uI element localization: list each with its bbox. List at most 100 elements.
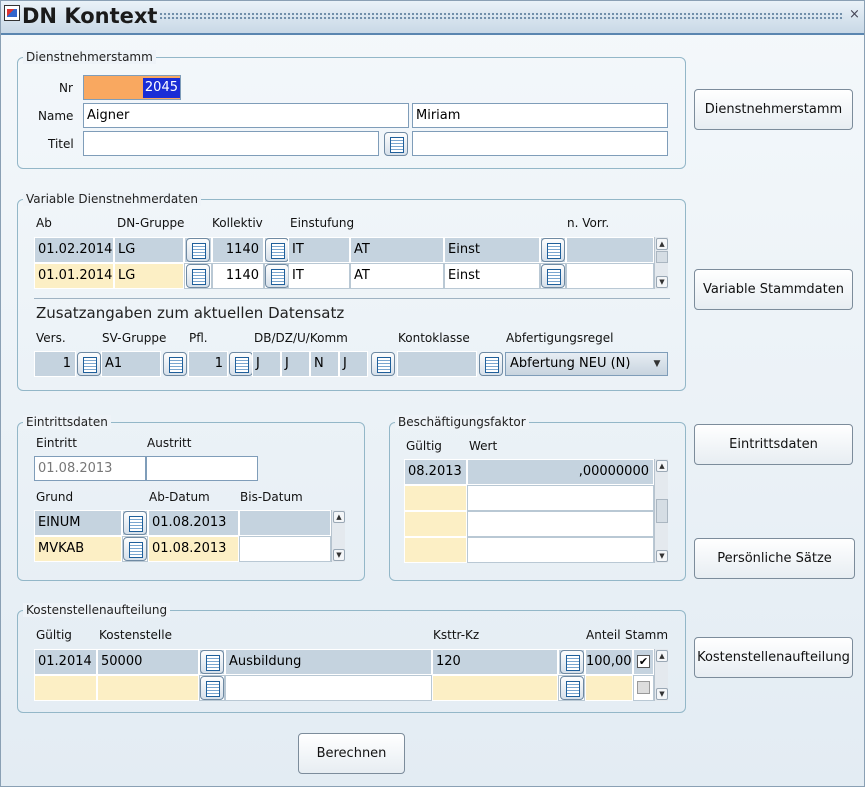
dn-gruppe-lov-icon[interactable] [186,238,210,262]
var-row1-kollektiv[interactable]: 1140 [212,237,264,263]
austritt-field[interactable] [146,456,258,481]
kst-row1-ksttr-kz[interactable]: 120 [432,649,558,675]
kst-row1-bezeichnung[interactable]: Ausbildung [225,649,432,675]
kostenstelle-lov-icon[interactable] [200,650,224,674]
kst-row2-bezeichnung[interactable] [225,675,432,701]
stamm-checkbox[interactable]: ✔ [637,655,650,668]
kst-row1-gueltig[interactable]: 01.2014 [34,649,97,675]
var-scrollbar[interactable]: ▲ ▼ [654,237,668,289]
besch-row4-gueltig[interactable] [404,537,467,563]
grund-lov-icon[interactable] [123,537,147,561]
col-ksttr-kz: Ksttr-Kz [433,628,480,642]
var-row2-kollektiv[interactable]: 1140 [212,263,264,289]
titel-input[interactable] [83,131,379,156]
db-field[interactable]: J [252,351,281,377]
scroll-up-icon[interactable]: ▲ [656,460,668,472]
name-label: Name [38,109,74,123]
scroll-thumb[interactable] [656,251,668,263]
scroll-thumb[interactable] [656,499,668,523]
var-row2-einst1[interactable]: IT [288,263,350,289]
u-field[interactable]: N [310,351,339,377]
scroll-down-icon[interactable]: ▼ [656,550,668,562]
kontoklasse-field[interactable] [397,351,477,377]
kst-row1-kostenstelle[interactable]: 50000 [97,649,199,675]
austritt-label: Austritt [147,436,192,450]
kollektiv-lov-icon[interactable] [265,238,289,262]
scroll-down-icon[interactable]: ▼ [656,688,668,700]
sv-gruppe-field[interactable]: A1 [101,351,161,377]
eintritt-row2-bis[interactable] [239,536,331,562]
first-name-input[interactable]: Miriam [412,103,668,128]
vers-field[interactable]: 1 [34,351,76,377]
kontoklasse-lov-icon[interactable] [479,352,503,376]
kst-row2-ksttr-kz[interactable] [432,675,558,701]
besch-row1-wert[interactable]: ,00000000 [467,459,654,485]
kst-row2-kostenstelle[interactable] [97,675,199,701]
var-row2-ab[interactable]: 01.01.2014 [34,263,114,289]
eintritt-row1-ab[interactable]: 01.08.2013 [148,510,239,536]
scroll-up-icon[interactable]: ▲ [333,511,345,523]
scroll-up-icon[interactable]: ▲ [656,238,668,250]
dienstnehmerstamm-button[interactable]: Dienstnehmerstamm [694,89,853,130]
eintritt-row1-bis[interactable] [239,510,331,536]
var-row2-n-vorr[interactable] [566,263,654,289]
besch-row3-wert[interactable] [467,511,654,537]
eintritt-scrollbar[interactable]: ▲ ▼ [331,510,345,562]
kollektiv-lov-icon[interactable] [265,264,289,288]
eintritt-field[interactable]: 01.08.2013 [34,456,146,481]
berechnen-button[interactable]: Berechnen [298,733,405,774]
komm-field[interactable]: J [339,351,368,377]
eintritt-row1-grund[interactable]: EINUM [34,510,122,536]
kst-scrollbar[interactable]: ▲ ▼ [654,649,668,701]
sv-gruppe-lov-icon[interactable] [163,352,187,376]
kst-row2-anteil[interactable] [585,675,633,701]
abfertigungsregel-select[interactable]: Abfertung NEU (N) ▼ [505,352,668,376]
besch-row1-gueltig[interactable]: 08.2013 [404,459,467,485]
scroll-down-icon[interactable]: ▼ [333,549,345,561]
besch-scrollbar[interactable]: ▲ ▼ [654,459,668,563]
besch-row2-gueltig[interactable] [404,485,467,511]
col-anteil: Anteil [586,628,621,642]
besch-row3-gueltig[interactable] [404,511,467,537]
stamm-checkbox[interactable] [637,681,650,694]
titel-lov-icon[interactable] [384,132,408,156]
eintritt-row2-grund[interactable]: MVKAB [34,536,122,562]
var-row2-einst3[interactable]: Einst [444,263,540,289]
kst-row2-gueltig[interactable] [34,675,97,701]
db-dz-lov-icon[interactable] [371,352,395,376]
var-row1-einst3[interactable]: Einst [444,237,540,263]
close-icon[interactable]: × [849,7,860,22]
besch-row2-wert[interactable] [467,485,654,511]
nr-input[interactable]: 2045 [83,75,181,100]
var-row1-einst2[interactable]: AT [350,237,444,263]
var-row1-n-vorr[interactable] [566,237,654,263]
pfl-lov-icon[interactable] [229,352,253,376]
var-row1-ab[interactable]: 01.02.2014 [34,237,114,263]
besch-row4-wert[interactable] [467,537,654,563]
einstufung-lov-icon[interactable] [541,238,565,262]
einstufung-lov-icon[interactable] [541,264,565,288]
pfl-field[interactable]: 1 [188,351,228,377]
last-name-input[interactable]: Aigner [83,103,409,128]
var-row2-dn-gruppe[interactable]: LG [114,263,184,289]
dn-gruppe-lov-icon[interactable] [186,264,210,288]
chevron-down-icon[interactable]: ▼ [649,355,665,373]
var-row2-einst2[interactable]: AT [350,263,444,289]
scroll-up-icon[interactable]: ▲ [656,650,668,662]
ksttr-kz-lov-icon[interactable] [560,676,584,700]
scroll-down-icon[interactable]: ▼ [656,276,668,288]
var-row1-einst1[interactable]: IT [288,237,350,263]
dz-field[interactable]: J [281,351,310,377]
vers-lov-icon[interactable] [77,352,101,376]
eintritt-row2-ab[interactable]: 01.08.2013 [148,536,239,562]
kst-row1-anteil[interactable]: 100,00 [585,649,633,675]
var-row1-dn-gruppe[interactable]: LG [114,237,184,263]
ksttr-kz-lov-icon[interactable] [560,650,584,674]
titel-suffix-input[interactable] [412,131,668,156]
kostenstelle-lov-icon[interactable] [200,676,224,700]
grund-lov-icon[interactable] [123,511,147,535]
variable-stammdaten-button[interactable]: Variable Stammdaten [694,269,853,310]
eintrittsdaten-button[interactable]: Eintrittsdaten [694,424,853,465]
persoenliche-saetze-button[interactable]: Persönliche Sätze [694,538,855,579]
kostenstellenaufteilung-button[interactable]: Kostenstellenaufteilung [694,637,853,678]
